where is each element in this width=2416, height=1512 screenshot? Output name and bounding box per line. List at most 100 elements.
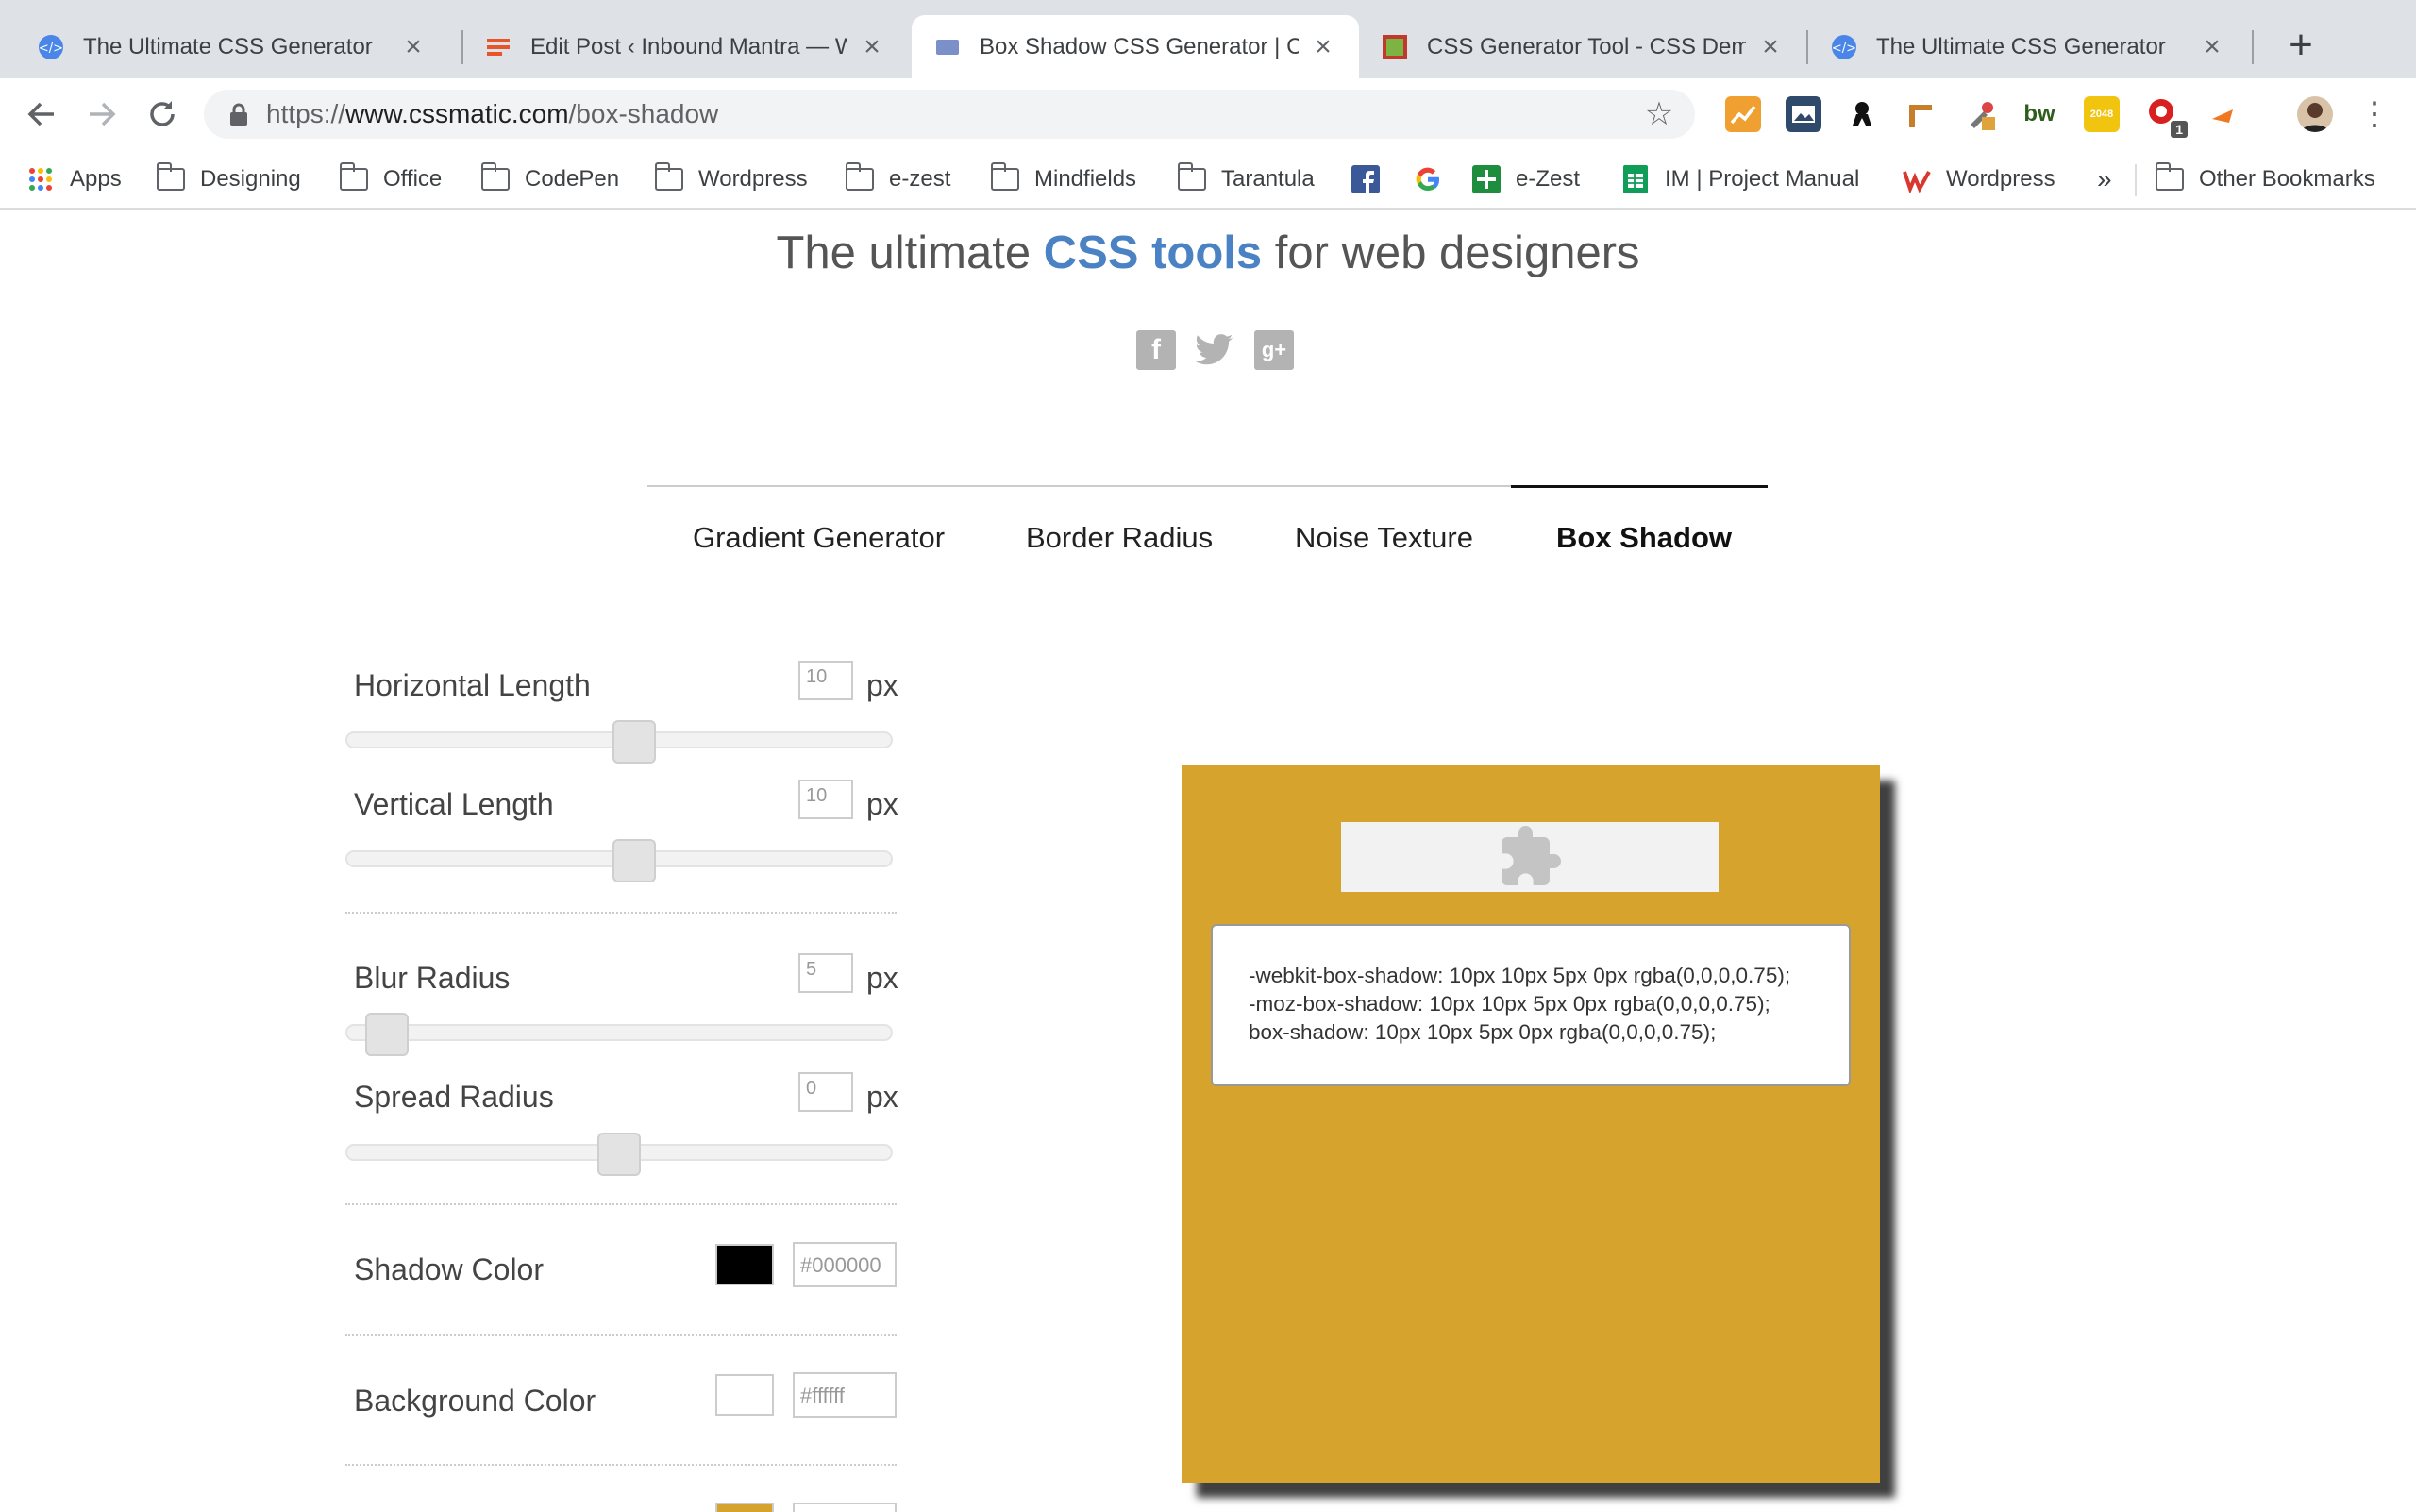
- svg-text:</>: </>: [39, 42, 63, 56]
- bookmark-star-icon[interactable]: ☆: [1640, 95, 1678, 133]
- shadow-preview-box: -webkit-box-shadow: 10px 10px 5px 0px rg…: [1182, 765, 1880, 1483]
- tab-title: Box Shadow CSS Generator | C: [980, 33, 1299, 59]
- bookmark-label: Designing: [200, 166, 301, 192]
- blur-radius-slider[interactable]: [345, 1024, 893, 1041]
- folder-icon: [2155, 162, 2184, 192]
- unit-label: px: [866, 668, 898, 702]
- tool-nav-active-indicator: [1511, 485, 1768, 488]
- bookmark-folder[interactable]: e-zest: [845, 159, 950, 200]
- box-color-swatch[interactable]: [715, 1503, 774, 1512]
- browser-tab[interactable]: </> The Ultimate CSS Generator ×: [1808, 15, 2248, 78]
- bookmark-folder[interactable]: Mindfields: [990, 159, 1136, 200]
- ruler-extension-icon[interactable]: [1903, 96, 1938, 132]
- tab-close-icon[interactable]: ×: [1310, 32, 1336, 60]
- bookmarks-overflow-button[interactable]: »: [2097, 159, 2112, 200]
- box-color-input[interactable]: [793, 1503, 897, 1512]
- vertical-length-input[interactable]: 10: [798, 780, 853, 819]
- profile-avatar[interactable]: [2297, 96, 2333, 132]
- analytics-extension-icon[interactable]: [1725, 96, 1761, 132]
- screenshot-extension-icon[interactable]: [1786, 96, 1821, 132]
- reload-button[interactable]: [138, 90, 187, 139]
- bookmark-other[interactable]: Other Bookmarks: [2155, 159, 2375, 200]
- bookmark-folder[interactable]: Tarantula: [1177, 159, 1315, 200]
- headline-accent: CSS tools: [1043, 227, 1263, 278]
- adblock-extension-icon[interactable]: 1: [2146, 96, 2188, 138]
- blur-radius-slider-handle[interactable]: [365, 1013, 410, 1056]
- vertical-length-slider-handle[interactable]: [612, 839, 657, 882]
- twitter-icon[interactable]: [1195, 330, 1234, 370]
- green-plus-icon: [1472, 165, 1501, 193]
- nav-box-shadow[interactable]: Box Shadow: [1556, 521, 1732, 555]
- shadow-color-input[interactable]: #000000: [793, 1242, 897, 1287]
- browser-tab[interactable]: </> The Ultimate CSS Generator ×: [15, 15, 449, 78]
- page-headline: The ultimate CSS tools for web designers: [776, 227, 1640, 278]
- bookmark-facebook[interactable]: [1351, 159, 1395, 200]
- bookmark-folder[interactable]: Wordpress: [654, 159, 808, 200]
- facebook-icon[interactable]: f: [1136, 330, 1176, 370]
- new-tab-button[interactable]: +: [2278, 25, 2324, 70]
- color-picker-extension-icon[interactable]: [1963, 96, 1999, 132]
- spread-radius-input[interactable]: 0: [798, 1072, 853, 1112]
- background-color-input[interactable]: #ffffff: [793, 1372, 897, 1418]
- tab-title: The Ultimate CSS Generator: [1876, 33, 2166, 59]
- nav-noise-texture[interactable]: Noise Texture: [1295, 521, 1473, 555]
- tab-close-icon[interactable]: ×: [1757, 32, 1784, 60]
- bookmark-wordpress[interactable]: Wordpress: [1903, 159, 2055, 200]
- nav-gradient-generator[interactable]: Gradient Generator: [693, 521, 945, 555]
- back-button[interactable]: [17, 90, 66, 139]
- shadow-color-swatch[interactable]: [715, 1244, 774, 1285]
- section-divider: [345, 1334, 897, 1336]
- bookmark-label: Apps: [70, 166, 122, 192]
- inbound-mantra-favicon-icon: [485, 34, 512, 60]
- plugin-placeholder: [1341, 822, 1719, 892]
- slice-extension-icon[interactable]: [2206, 96, 2242, 132]
- css-code-output[interactable]: -webkit-box-shadow: 10px 10px 5px 0px rg…: [1211, 924, 1851, 1086]
- code-line: -moz-box-shadow: 10px 10px 5px 0px rgba(…: [1249, 992, 1770, 1016]
- google-plus-icon[interactable]: g+: [1254, 330, 1294, 370]
- browser-tab[interactable]: CSS Generator Tool - CSS Dem ×: [1359, 15, 1806, 78]
- blur-radius-input[interactable]: 5: [798, 953, 853, 993]
- code-line: -webkit-box-shadow: 10px 10px 5px 0px rg…: [1249, 964, 1791, 987]
- nav-border-radius[interactable]: Border Radius: [1026, 521, 1213, 555]
- tab-close-icon[interactable]: ×: [400, 32, 427, 60]
- google-icon: [1414, 167, 1442, 192]
- bookmark-folder[interactable]: CodePen: [480, 159, 619, 200]
- background-color-swatch[interactable]: [715, 1374, 774, 1416]
- bookmark-project-manual[interactable]: IM | Project Manual: [1621, 159, 1859, 200]
- url-text: https://www.cssmatic.com/box-shadow: [266, 99, 719, 128]
- bookmark-separator: [2135, 164, 2137, 196]
- address-bar[interactable]: https://www.cssmatic.com/box-shadow ☆: [204, 90, 1695, 139]
- forward-button[interactable]: [77, 90, 126, 139]
- browser-tab-active[interactable]: Box Shadow CSS Generator | C ×: [912, 15, 1359, 78]
- tab-strip: </> The Ultimate CSS Generator × Edit Po…: [0, 0, 2416, 78]
- bookmark-folder[interactable]: Office: [339, 159, 443, 200]
- tab-title: CSS Generator Tool - CSS Dem: [1427, 33, 1746, 59]
- background-color-label: Background Color: [354, 1384, 596, 1418]
- tab-close-icon[interactable]: ×: [2199, 32, 2225, 60]
- cssmatic-favicon-icon: [934, 34, 961, 60]
- facebook-icon: [1351, 165, 1380, 193]
- browser-tab[interactable]: Edit Post ‹ Inbound Mantra — W ×: [462, 15, 908, 78]
- horizontal-length-input[interactable]: 10: [798, 661, 853, 700]
- bookmark-label: e-Zest: [1516, 166, 1581, 192]
- extension-badge: 1: [2171, 121, 2188, 138]
- css-generator-favicon-icon: </>: [1831, 34, 1857, 60]
- ninja-extension-icon[interactable]: [1844, 96, 1880, 132]
- bookmark-apps[interactable]: Apps: [26, 159, 122, 200]
- section-divider: [345, 1203, 897, 1205]
- game-2048-extension-icon[interactable]: 2048: [2084, 96, 2120, 132]
- horizontal-length-slider-handle[interactable]: [612, 720, 657, 764]
- bookmark-folder[interactable]: Designing: [156, 159, 301, 200]
- sheets-icon: [1621, 165, 1650, 193]
- arrow-right-icon: [90, 102, 116, 126]
- bookmark-ezest[interactable]: e-Zest: [1472, 159, 1580, 200]
- folder-icon: [480, 162, 510, 192]
- lock-icon: [230, 103, 247, 126]
- tab-close-icon[interactable]: ×: [859, 32, 885, 60]
- menu-kebab-icon[interactable]: ⋮: [2350, 90, 2399, 139]
- bw-extension-icon[interactable]: bw: [2022, 96, 2057, 132]
- bookmark-label: Office: [383, 166, 443, 192]
- arrow-left-icon: [27, 102, 54, 126]
- bookmark-google[interactable]: [1414, 159, 1457, 200]
- spread-radius-slider-handle[interactable]: [597, 1133, 641, 1176]
